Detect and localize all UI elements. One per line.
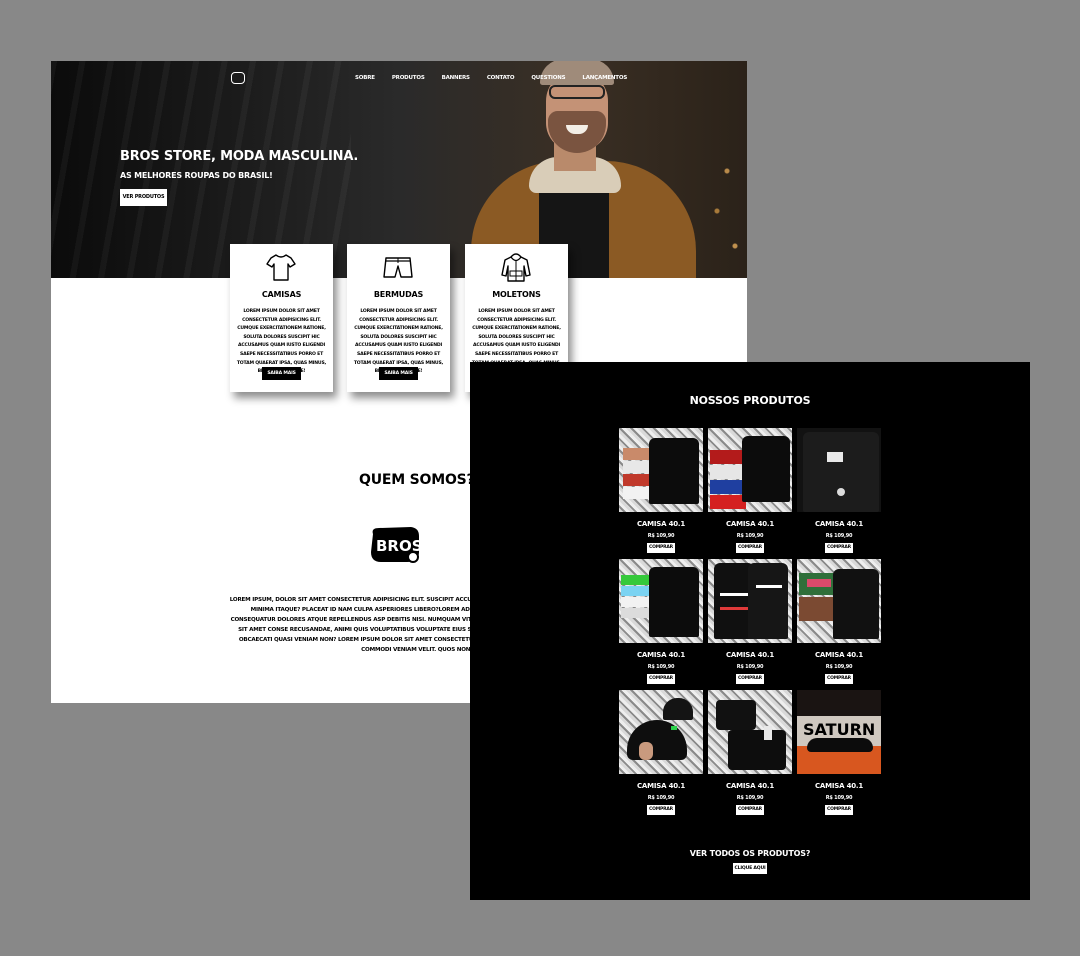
buy-button[interactable]: COMPRAR [825, 805, 853, 815]
main-nav: SOBRE PRODUTOS BANNERS CONTATO QUESTIONS… [355, 75, 644, 81]
product-price: R$ 109,90 [647, 795, 675, 801]
category-title: CAMISAS [261, 290, 302, 299]
product-image[interactable] [708, 690, 792, 774]
product-image[interactable] [619, 428, 703, 512]
product-card[interactable]: CAMISA 40.1 R$ 109,90 COMPRAR [797, 559, 881, 689]
product-card[interactable]: CAMISA 40.1 R$ 109,90 COMPRAR [619, 428, 703, 558]
product-name: CAMISA 40.1 [725, 651, 775, 659]
product-name: CAMISA 40.1 [725, 520, 775, 528]
tshirt-icon [266, 254, 296, 281]
buy-button[interactable]: COMPRAR [647, 805, 675, 815]
product-name: CAMISA 40.1 [636, 651, 686, 659]
product-name: CAMISA 40.1 [725, 782, 775, 790]
nav-link-questions[interactable]: QUESTIONS [531, 75, 565, 81]
hero-subtitle: AS MELHORES ROUPAS DO BRASIL! [120, 171, 273, 180]
product-image[interactable] [619, 690, 703, 774]
see-all-products-title: VER TODOS OS PRODUTOS? [689, 849, 811, 858]
product-name: CAMISA 40.1 [636, 520, 686, 528]
buy-button[interactable]: COMPRAR [825, 543, 853, 553]
product-price: R$ 109,90 [825, 664, 853, 670]
product-price: R$ 109,90 [736, 795, 764, 801]
product-image[interactable] [797, 428, 881, 512]
nav-link-contato[interactable]: CONTATO [487, 75, 515, 81]
category-card-camisas: CAMISAS LOREM IPSUM DOLOR SIT AMET CONSE… [230, 244, 333, 392]
nav-link-banners[interactable]: BANNERS [442, 75, 470, 81]
view-products-button[interactable]: VER PRODUTOS [120, 189, 167, 206]
buy-button[interactable]: COMPRAR [825, 674, 853, 684]
product-price: R$ 109,90 [647, 664, 675, 670]
product-card[interactable]: CAMISA 40.1 R$ 109,90 COMPRAR [708, 428, 792, 558]
saturn-box-label: SATURN [803, 720, 876, 739]
nav-link-lancamentos[interactable]: LANÇAMENTOS [582, 75, 627, 81]
product-image[interactable] [708, 559, 792, 643]
product-card[interactable]: CAMISA 40.1 R$ 109,90 COMPRAR [619, 690, 703, 820]
buy-button[interactable]: COMPRAR [647, 543, 675, 553]
hero-background-lights [707, 151, 747, 271]
product-card[interactable]: CAMISA 40.1 R$ 109,90 COMPRAR [797, 428, 881, 558]
product-image[interactable] [797, 559, 881, 643]
product-price: R$ 109,90 [825, 795, 853, 801]
product-card[interactable]: SATURN CAMISA 40.1 R$ 109,90 COMPRAR [797, 690, 881, 820]
product-image[interactable] [708, 428, 792, 512]
buy-button[interactable]: COMPRAR [736, 543, 764, 553]
product-name: CAMISA 40.1 [636, 782, 686, 790]
hoodie-icon [501, 253, 531, 282]
product-price: R$ 109,90 [736, 533, 764, 539]
product-image[interactable] [619, 559, 703, 643]
buy-button[interactable]: COMPRAR [736, 805, 764, 815]
product-name: CAMISA 40.1 [814, 651, 864, 659]
bros-fist-logo: BROS [371, 527, 423, 563]
buy-button[interactable]: COMPRAR [647, 674, 675, 684]
product-card[interactable]: CAMISA 40.1 R$ 109,90 COMPRAR [708, 559, 792, 689]
hero-title: BROS STORE, MODA MASCULINA. [120, 149, 359, 164]
product-card[interactable]: CAMISA 40.1 R$ 109,90 COMPRAR [708, 690, 792, 820]
brand-logo-icon[interactable] [231, 72, 245, 84]
category-title: MOLETONS [492, 290, 541, 299]
nav-link-produtos[interactable]: PRODUTOS [392, 75, 425, 81]
category-card-bermudas: BERMUDAS LOREM IPSUM DOLOR SIT AMET CONS… [347, 244, 450, 392]
product-price: R$ 109,90 [647, 533, 675, 539]
product-card[interactable]: CAMISA 40.1 R$ 109,90 COMPRAR [619, 559, 703, 689]
product-name: CAMISA 40.1 [814, 520, 864, 528]
category-title: BERMUDAS [373, 290, 424, 299]
learn-more-button[interactable]: SAIBA MAIS [262, 367, 301, 380]
about-title: QUEM SOMOS? [359, 472, 475, 488]
nav-link-sobre[interactable]: SOBRE [355, 75, 375, 81]
buy-button[interactable]: COMPRAR [736, 674, 764, 684]
product-image[interactable]: SATURN [797, 690, 881, 774]
product-price: R$ 109,90 [736, 664, 764, 670]
product-price: R$ 109,90 [825, 533, 853, 539]
products-section-title: NOSSOS PRODUTOS [689, 394, 811, 407]
svg-text:BROS: BROS [376, 537, 423, 555]
learn-more-button[interactable]: SAIBA MAIS [379, 367, 418, 380]
click-here-button[interactable]: CLIQUE AQUI [733, 863, 767, 874]
shorts-icon [383, 257, 413, 278]
products-page-screenshot: NOSSOS PRODUTOS CAMISA 40.1 R$ 109,90 CO… [470, 362, 1030, 900]
product-name: CAMISA 40.1 [814, 782, 864, 790]
